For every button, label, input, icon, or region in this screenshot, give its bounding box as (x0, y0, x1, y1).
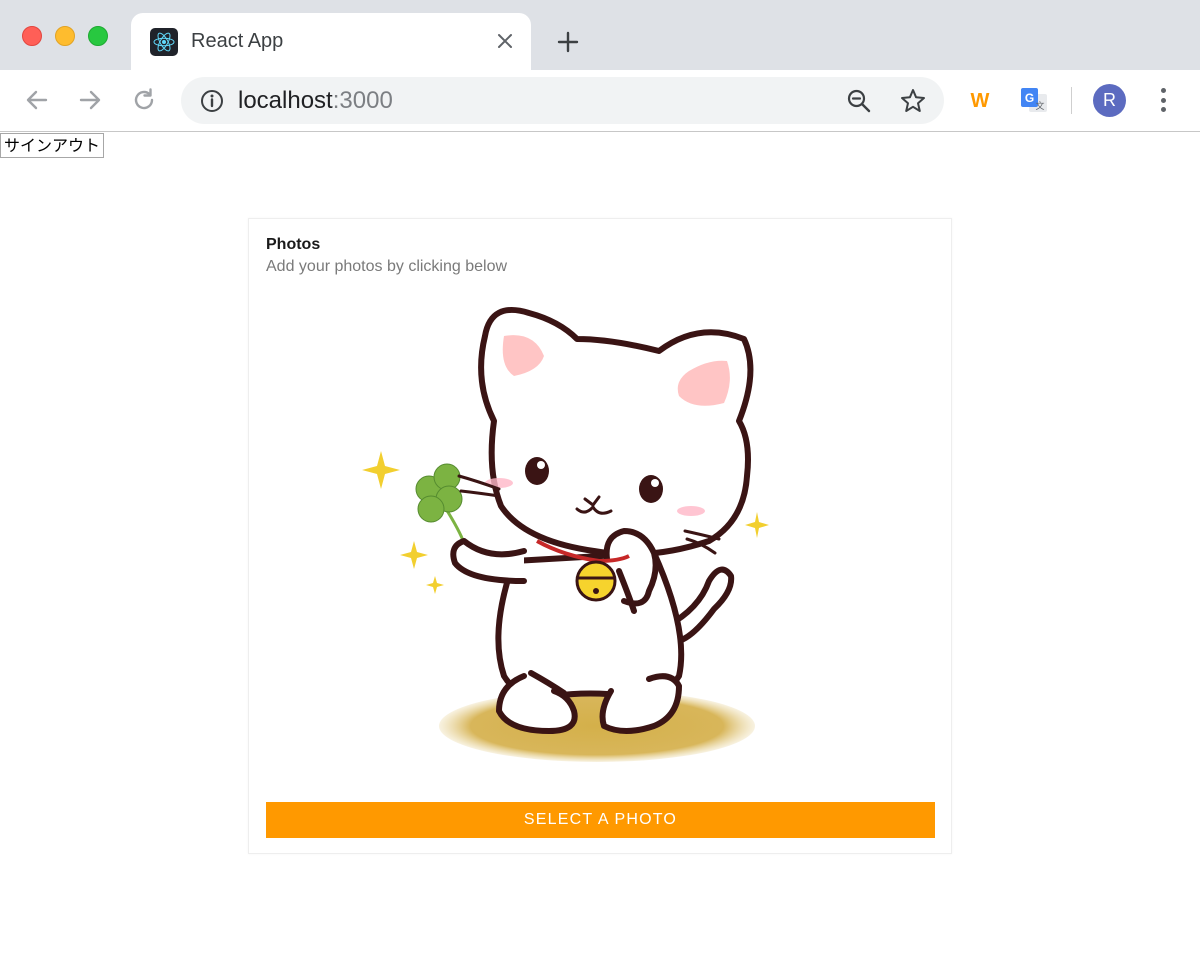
photos-card: Photos Add your photos by clicking below (248, 218, 952, 854)
bookmark-star-icon[interactable] (899, 87, 927, 115)
card-subtitle: Add your photos by clicking below (266, 258, 508, 275)
svg-text:文: 文 (1035, 100, 1044, 112)
tab-strip: React App (0, 0, 1200, 70)
card-title: Photos (266, 236, 321, 253)
forward-arrow-icon[interactable] (73, 83, 107, 117)
close-tab-icon[interactable] (491, 27, 519, 55)
profile-avatar[interactable]: R (1093, 84, 1126, 117)
url-port: :3000 (332, 87, 393, 114)
maximize-window-button[interactable] (88, 26, 108, 46)
reload-icon[interactable] (127, 83, 161, 117)
toolbar-divider (1071, 87, 1072, 114)
more-menu-icon[interactable] (1150, 86, 1176, 114)
url-host: localhost (238, 87, 333, 114)
address-bar[interactable]: localhost:3000 (181, 77, 944, 124)
w-extension-icon[interactable]: W (966, 87, 994, 115)
tab-title: React App (191, 30, 284, 52)
browser-toolbar: localhost:3000 W G 文 R (0, 70, 1200, 132)
translate-extension-icon[interactable]: G 文 (1020, 87, 1048, 115)
close-window-button[interactable] (22, 26, 42, 46)
browser-tab[interactable]: React App (131, 13, 531, 70)
site-info-icon[interactable] (199, 88, 225, 114)
back-arrow-icon[interactable] (20, 83, 54, 117)
zoom-out-icon[interactable] (845, 87, 873, 115)
select-photo-button[interactable]: Select a photo (266, 802, 935, 838)
cat-illustration (362, 306, 769, 762)
url-text[interactable]: localhost:3000 (238, 87, 393, 115)
svg-text:G: G (1025, 91, 1034, 105)
minimize-window-button[interactable] (55, 26, 75, 46)
react-logo-icon (150, 28, 178, 56)
new-tab-icon[interactable] (553, 27, 583, 57)
sign-out-button[interactable]: サインアウト (0, 133, 105, 158)
